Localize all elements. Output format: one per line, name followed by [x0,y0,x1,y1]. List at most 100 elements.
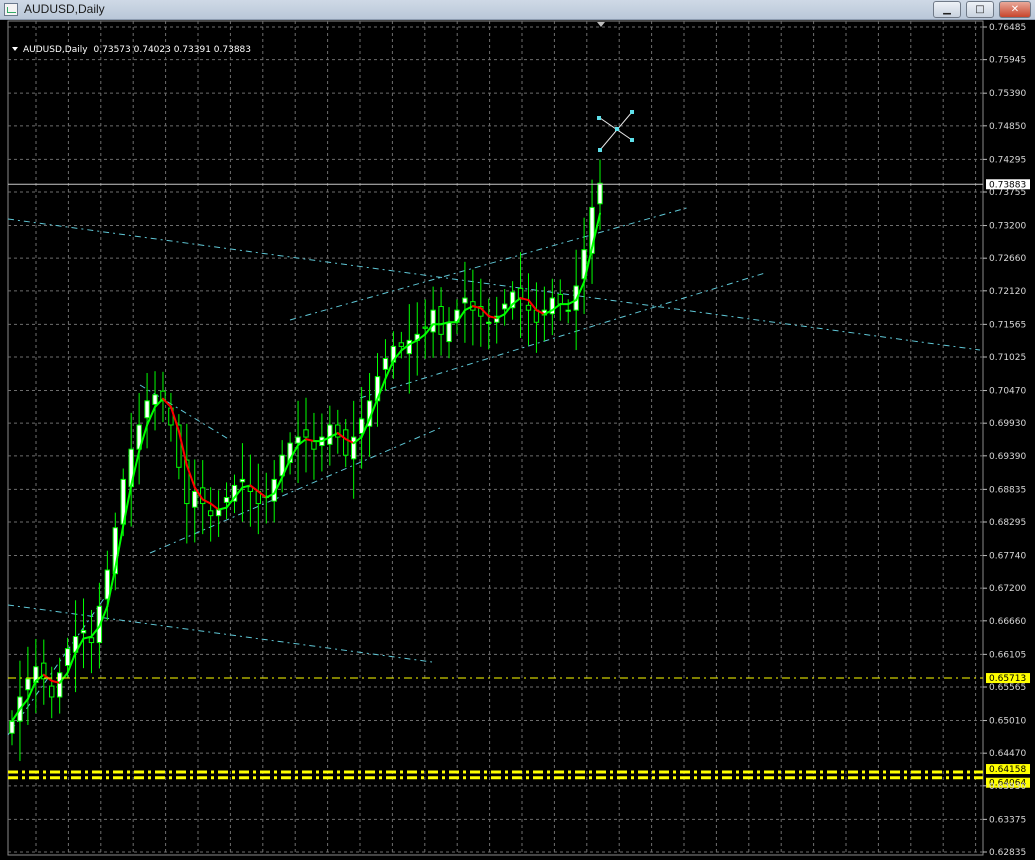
candle[interactable] [184,423,190,544]
price-tick-label: 0.69390 [989,452,1026,462]
candle[interactable] [374,353,381,427]
price-tick-label: 0.67740 [989,552,1026,562]
candle[interactable] [41,639,47,705]
candle[interactable] [295,400,301,484]
trendlines[interactable] [7,206,981,736]
price-tick-label: 0.66660 [989,617,1026,627]
price-tick-label: 0.72120 [989,287,1026,297]
candle[interactable] [517,252,524,338]
candle[interactable] [525,273,532,346]
candle[interactable] [557,279,563,321]
price-tick-label: 0.65010 [989,717,1026,727]
candle[interactable] [80,598,87,669]
price-tick-label: 0.63930 [989,782,1026,792]
candle[interactable] [136,392,142,485]
candle[interactable] [56,657,63,714]
chart-ohlc: 0.73573 0.74023 0.73391 0.73883 [93,45,251,55]
grid [7,20,984,856]
candle[interactable] [589,179,595,284]
candle[interactable] [422,299,428,359]
trendline-lower-descending[interactable] [7,604,433,663]
candle[interactable] [430,286,436,358]
candle[interactable] [255,463,262,535]
candle[interactable] [303,397,309,473]
ma-segment [209,502,220,511]
chart-window-icon[interactable] [4,3,18,16]
candle[interactable] [207,487,214,542]
price-tick-label: 0.68295 [989,518,1026,528]
price-chart[interactable]: 0.65713 0.64158 0.64064 0.76485 0.75945 0.75… [0,20,1035,860]
candle[interactable] [478,278,484,347]
title-bar[interactable]: AUDUSD,Daily ▁ □ ✕ [0,0,1035,20]
shift-marker-icon[interactable] [597,22,605,27]
price-tick-label: 0.65565 [989,683,1026,693]
price-tick-label: 0.67200 [989,584,1026,594]
candle[interactable] [549,278,556,336]
price-tick-label: 0.62835 [989,848,1026,858]
trendline-long-descending[interactable] [7,218,981,351]
price-tick-label: 0.71025 [989,353,1026,363]
price-tick-label: 0.74850 [989,122,1026,132]
candle[interactable] [49,666,55,719]
level-label: 0.64158 [989,765,1026,775]
price-tick-label: 0.75390 [989,89,1026,99]
candle[interactable] [160,371,166,423]
maximize-button[interactable]: □ [966,1,994,18]
candle[interactable] [501,289,508,326]
candle[interactable] [390,331,397,379]
candle[interactable] [581,217,587,314]
candle[interactable] [398,331,405,359]
price-tick-label: 0.68835 [989,485,1026,495]
price-tick-label: 0.73200 [989,222,1026,232]
candle[interactable] [231,474,238,514]
candle[interactable] [454,299,460,335]
candlesticks[interactable] [9,159,603,762]
candle[interactable] [152,371,158,431]
candle[interactable] [335,409,341,454]
candle[interactable] [462,261,468,343]
candle[interactable] [446,307,452,359]
price-tick-label: 0.66105 [989,650,1026,660]
close-button[interactable]: ✕ [999,1,1031,18]
candle[interactable] [239,443,246,522]
candle[interactable] [223,482,230,519]
ma-segment [217,506,228,511]
candle[interactable] [279,440,285,493]
price-tick-label: 0.69930 [989,419,1026,429]
chart-symbol: AUDUSD,Daily [23,45,88,55]
current-price-label: 0.73883 [989,180,1026,190]
dropdown-icon[interactable] [12,47,18,51]
candle[interactable] [25,646,31,725]
candle[interactable] [215,490,222,537]
candle[interactable] [9,710,15,746]
candle[interactable] [343,418,349,468]
drawing-anchor-icon[interactable] [597,110,634,152]
price-tick-label: 0.63375 [989,815,1026,825]
candle[interactable] [247,454,254,527]
price-tick-label: 0.70470 [989,387,1026,397]
price-tick-label: 0.74295 [989,155,1026,165]
candle[interactable] [33,638,39,714]
candle[interactable] [168,392,174,442]
chart-canvas[interactable]: 0.657130.641580.64064 0.76485 0.75945 0.75… [0,20,1035,860]
candle[interactable] [438,287,444,356]
candle[interactable] [350,400,357,499]
candle[interactable] [88,609,95,674]
chart-window: AUDUSD,Daily ▁ □ ✕ 0.65713 0.64158 0.64064… [0,0,1035,860]
channel-lower-line[interactable] [359,272,766,399]
candle[interactable] [533,282,540,353]
candle[interactable] [192,459,198,543]
price-tick-label: 0.64470 [989,749,1026,759]
price-axis[interactable]: 0.764850.759450.753900.748500.742950.737… [8,23,1030,858]
price-tick-label: 0.71565 [989,320,1026,330]
candle[interactable] [287,432,293,475]
candle[interactable] [406,304,412,394]
candle[interactable] [144,373,150,449]
price-tick-label: 0.75945 [989,56,1026,66]
horizontal-levels[interactable]: 0.657130.641580.64064 [8,673,1030,789]
ma-segment [305,438,315,443]
window-title: AUDUSD,Daily [24,2,105,16]
candle[interactable] [494,296,500,344]
candle[interactable] [319,413,325,472]
minimize-button[interactable]: ▁ [933,1,961,18]
